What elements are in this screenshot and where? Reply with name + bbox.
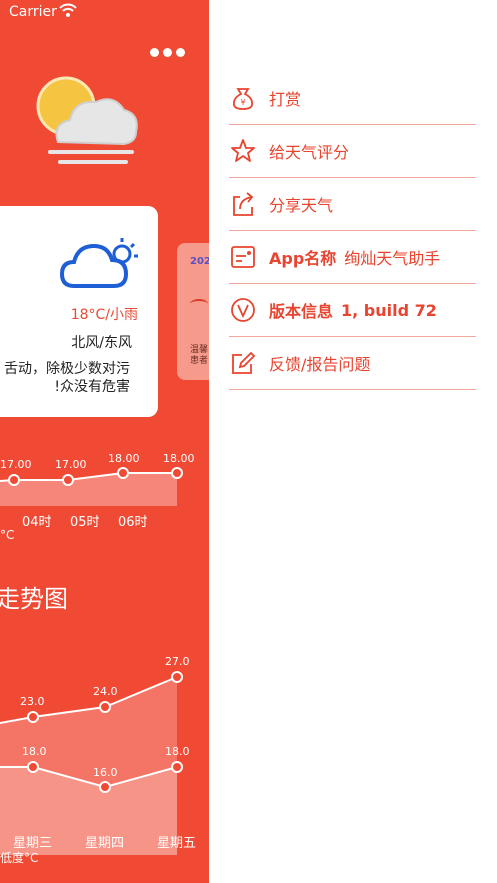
weekly-high-value: 24.0: [93, 685, 118, 698]
menu-value: 1, build 72: [341, 300, 437, 320]
weekly-low-value: 16.0: [93, 766, 118, 779]
hourly-label: 04时: [22, 515, 52, 530]
hourly-unit: °C: [0, 528, 15, 542]
weekly-low-point: [99, 781, 111, 793]
hourly-value: 18.00: [163, 452, 195, 465]
hourly-point: [8, 474, 20, 486]
weekly-low-point: [171, 761, 183, 773]
menu-label: App名称: [269, 249, 337, 268]
menu-item-tip[interactable]: ¥ 打赏: [229, 72, 476, 125]
weekly-day-label: 星期四: [85, 836, 125, 851]
menu-label: 版本信息: [269, 302, 334, 321]
hourly-value: 17.00: [0, 458, 32, 471]
menu-label: 打赏: [269, 90, 302, 109]
hourly-value: 18.00: [108, 452, 140, 465]
hourly-value: 17.00: [55, 458, 87, 471]
trend-title: 走势图: [0, 585, 68, 613]
hourly-point: [171, 467, 183, 479]
menu-item-feedback[interactable]: 反馈/报告问题: [229, 337, 476, 390]
hourly-label: 06时: [118, 515, 148, 530]
menu-item-rate[interactable]: 给天气评分: [229, 125, 476, 178]
weekly-day-label: 星期五: [157, 836, 197, 851]
menu-label: 给天气评分: [269, 143, 350, 162]
weekly-low-legend: 低度°C: [0, 851, 39, 865]
weekly-high-value: 23.0: [20, 695, 45, 708]
weekly-high-point: [171, 671, 183, 683]
weekly-low-value: 18.0: [22, 745, 47, 758]
weekly-low-value: 18.0: [165, 745, 190, 758]
share-icon: [229, 190, 257, 218]
menu-value: 绚灿天气助手: [344, 249, 441, 268]
menu-item-app-name[interactable]: App名称 绚灿天气助手: [229, 231, 476, 284]
weekly-high-point: [27, 711, 39, 723]
menu-item-version[interactable]: 版本信息 1, build 72: [229, 284, 476, 337]
money-bag-icon: ¥: [229, 84, 257, 112]
menu-item-share[interactable]: 分享天气: [229, 178, 476, 231]
hourly-point: [117, 467, 129, 479]
version-icon: [229, 296, 257, 324]
card-icon: [229, 243, 257, 271]
svg-text:¥: ¥: [240, 98, 245, 107]
weekly-low-point: [27, 761, 39, 773]
weekly-high-point: [99, 701, 111, 713]
menu-label: 反馈/报告问题: [269, 355, 371, 374]
weekly-high-value: 27.0: [165, 655, 190, 668]
hourly-point: [62, 474, 74, 486]
weather-panel: Carrier 18°C/小雨 北风/东风 舌动，除极少数对污 众没有危害! 2…: [0, 0, 209, 883]
settings-menu: ¥ 打赏 给天气评分 分享天气 App名称 绚灿天气助手 版本信息 1, bui…: [229, 72, 476, 390]
star-icon: [229, 137, 257, 165]
menu-label: 分享天气: [269, 196, 334, 215]
hourly-label: 05时: [70, 515, 100, 530]
edit-icon: [229, 349, 257, 377]
